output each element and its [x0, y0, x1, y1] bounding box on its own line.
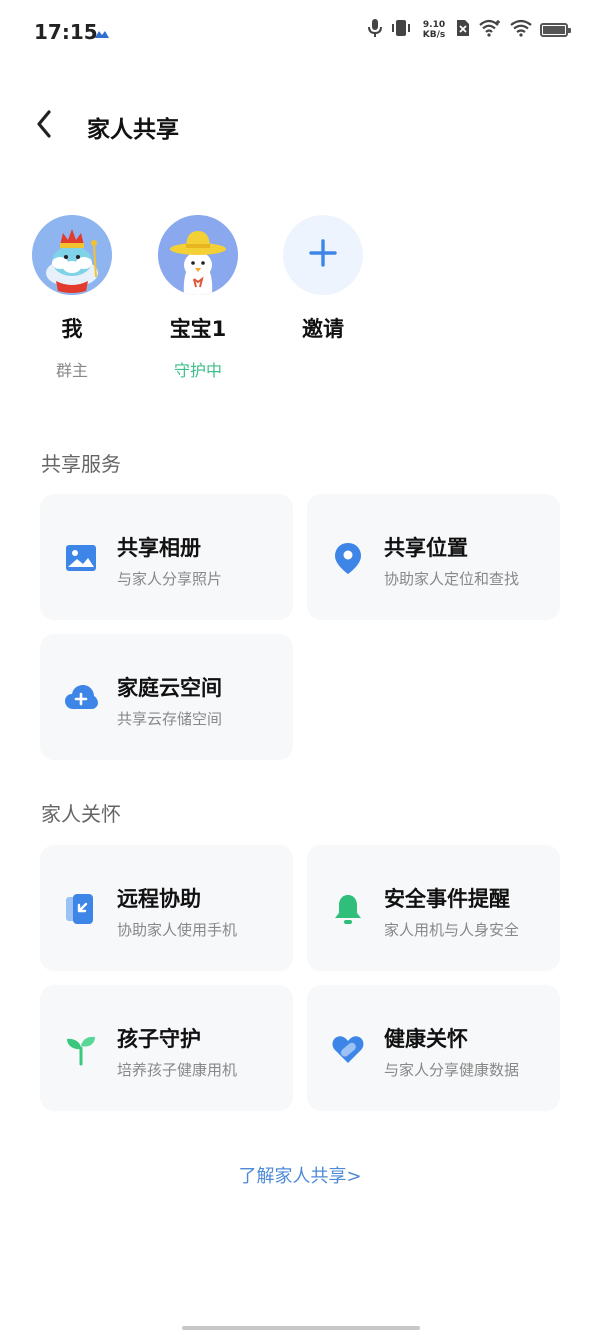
- speed-value: 9.10: [422, 20, 446, 30]
- learn-more-link[interactable]: 了解家人共享>: [0, 1162, 600, 1188]
- card-title: 家庭云空间: [117, 676, 222, 700]
- card-subtitle: 共享云存储空间: [117, 710, 223, 728]
- status-icons: 9.10 KB/s: [368, 18, 571, 42]
- photo-album-icon: [64, 541, 98, 575]
- location-pin-icon: [331, 541, 365, 575]
- back-button[interactable]: [30, 106, 70, 142]
- wifi-plus-icon: [478, 19, 502, 41]
- card-title: 共享相册: [117, 536, 201, 560]
- sprout-icon: [64, 1032, 98, 1066]
- member-role: 群主: [55, 361, 88, 380]
- bell-icon: [331, 892, 365, 926]
- card-shared-location[interactable]: 共享位置 协助家人定位和查找: [307, 494, 560, 620]
- card-title: 远程协助: [117, 887, 201, 911]
- no-sim-icon: [456, 19, 470, 41]
- battery-icon: [540, 23, 571, 37]
- home-indicator[interactable]: [182, 1326, 420, 1330]
- card-remote-assist[interactable]: 远程协助 协助家人使用手机: [40, 845, 293, 971]
- member-role: 守护中: [173, 361, 222, 380]
- wifi-icon: [510, 19, 532, 41]
- speed-unit: KB/s: [422, 30, 446, 40]
- member-name: 宝宝1: [169, 317, 227, 341]
- vibrate-icon: [390, 18, 412, 42]
- speed-indicator: 9.10 KB/s: [420, 20, 448, 40]
- card-subtitle: 培养孩子健康用机: [117, 1061, 238, 1079]
- plus-icon: [307, 237, 339, 273]
- chevron-left-icon: [30, 110, 70, 146]
- card-shared-album[interactable]: 共享相册 与家人分享照片: [40, 494, 293, 620]
- health-heart-icon: [331, 1032, 365, 1066]
- card-title: 安全事件提醒: [384, 887, 510, 911]
- members-row: 我 群主 宝宝1 守护中 邀请: [0, 215, 600, 385]
- card-subtitle: 与家人分享照片: [117, 570, 223, 588]
- section-title-shared-services: 共享服务: [41, 452, 121, 476]
- card-title: 孩子守护: [117, 1027, 201, 1051]
- card-subtitle: 家人用机与人身安全: [384, 921, 520, 939]
- card-family-cloud[interactable]: 家庭云空间 共享云存储空间: [40, 634, 293, 760]
- invite-label: 邀请: [302, 317, 344, 341]
- member-baby[interactable]: 宝宝1 守护中: [148, 215, 248, 381]
- member-me[interactable]: 我 群主: [22, 215, 122, 381]
- remote-assist-icon: [64, 892, 98, 926]
- section-title-family-care: 家人关怀: [41, 802, 121, 826]
- invite-button[interactable]: 邀请: [273, 215, 373, 343]
- cloud-plus-icon: [64, 681, 98, 715]
- card-safety-alert[interactable]: 安全事件提醒 家人用机与人身安全: [307, 845, 560, 971]
- card-subtitle: 协助家人使用手机: [117, 921, 238, 939]
- avatar: [32, 215, 112, 295]
- mic-icon: [368, 18, 382, 42]
- card-subtitle: 与家人分享健康数据: [384, 1061, 520, 1079]
- page-title: 家人共享: [87, 117, 179, 143]
- card-child-guard[interactable]: 孩子守护 培养孩子健康用机: [40, 985, 293, 1111]
- card-health-care[interactable]: 健康关怀 与家人分享健康数据: [307, 985, 560, 1111]
- status-bar: 17:15 9.10 KB/s: [0, 0, 600, 66]
- avatar: [158, 215, 238, 295]
- card-title: 共享位置: [384, 536, 468, 560]
- member-name: 我: [61, 317, 83, 341]
- app-notification-icon: [94, 24, 110, 43]
- card-subtitle: 协助家人定位和查找: [384, 570, 520, 588]
- card-title: 健康关怀: [384, 1027, 468, 1051]
- invite-circle: [283, 215, 363, 295]
- header: 家人共享: [0, 90, 600, 160]
- status-time: 17:15: [34, 20, 98, 44]
